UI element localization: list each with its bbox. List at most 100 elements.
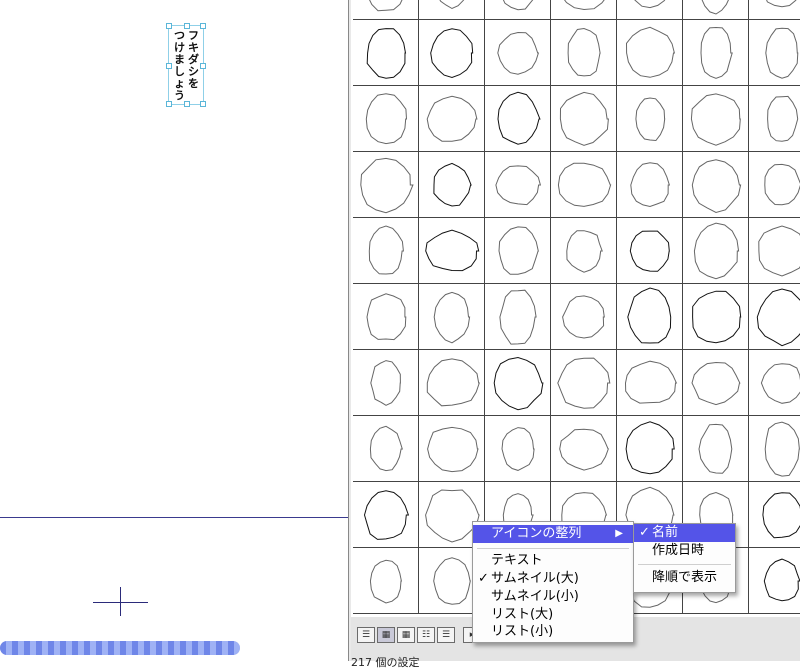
balloon-shape-thumbnail[interactable] (353, 548, 419, 614)
balloon-shape-thumbnail[interactable] (617, 218, 683, 284)
balloon-outline (426, 358, 481, 407)
resize-handle[interactable] (166, 101, 172, 107)
speech-balloon-selection[interactable]: フキダシを つけましょう (166, 23, 206, 107)
balloon-shape-thumbnail[interactable] (683, 152, 749, 218)
large-thumbnail-view-button[interactable]: ▦ (377, 627, 395, 643)
balloon-shape-thumbnail[interactable] (353, 86, 419, 152)
balloon-shape-thumbnail[interactable] (485, 350, 551, 416)
balloon-shape-thumbnail[interactable] (485, 152, 551, 218)
balloon-shape-thumbnail[interactable] (749, 548, 800, 614)
text-view-button[interactable]: ☰ (357, 627, 375, 643)
balloon-shape-thumbnail[interactable] (551, 350, 617, 416)
balloon-outline (366, 293, 407, 341)
balloon-shape-thumbnail[interactable] (551, 416, 617, 482)
balloon-outline (765, 27, 799, 79)
balloon-shape-thumbnail[interactable] (419, 218, 485, 284)
menu-item-arrange-icons[interactable]: アイコンの整列 ▶ (473, 525, 633, 543)
balloon-shape-thumbnail[interactable] (617, 350, 683, 416)
balloon-shape-thumbnail[interactable] (353, 0, 419, 20)
balloon-shape-thumbnail[interactable] (419, 152, 485, 218)
document-canvas[interactable]: フキダシを つけましょう (0, 0, 348, 661)
balloon-shape-thumbnail[interactable] (683, 350, 749, 416)
status-text: 217 個の設定 (351, 656, 420, 669)
balloon-shape-thumbnail[interactable] (683, 0, 749, 20)
resize-handle[interactable] (166, 23, 172, 29)
balloon-shape-thumbnail[interactable] (551, 284, 617, 350)
balloon-shape-thumbnail[interactable] (551, 86, 617, 152)
balloon-shape-thumbnail[interactable] (551, 218, 617, 284)
balloon-shape-thumbnail[interactable] (551, 152, 617, 218)
balloon-shape-thumbnail[interactable] (353, 20, 419, 86)
balloon-shape-thumbnail[interactable] (683, 20, 749, 86)
balloon-shape-thumbnail[interactable] (419, 350, 485, 416)
balloon-shape-thumbnail[interactable] (617, 416, 683, 482)
menu-item-list-large[interactable]: リスト(大) (473, 606, 633, 624)
resize-handle[interactable] (200, 23, 206, 29)
small-list-view-button[interactable]: ☰ (437, 627, 455, 643)
balloon-shape-thumbnail[interactable] (617, 0, 683, 20)
balloon-shape-thumbnail[interactable] (617, 284, 683, 350)
menu-item-thumbnail-small[interactable]: サムネイル(小) (473, 588, 633, 606)
balloon-shape-thumbnail[interactable] (419, 86, 485, 152)
menu-item-thumbnail-large[interactable]: ✓ サムネイル(大) (473, 570, 633, 588)
balloon-shape-thumbnail[interactable] (749, 284, 800, 350)
balloon-shape-thumbnail[interactable] (353, 284, 419, 350)
balloon-shape-thumbnail[interactable] (353, 482, 419, 548)
balloon-shape-thumbnail[interactable] (485, 0, 551, 20)
balloon-outline (690, 93, 741, 146)
balloon-outline (499, 289, 537, 345)
balloon-shape-thumbnail[interactable] (683, 218, 749, 284)
balloon-shape-thumbnail[interactable] (749, 0, 800, 20)
balloon-shape-thumbnail[interactable] (683, 416, 749, 482)
balloon-shape-thumbnail[interactable] (683, 86, 749, 152)
balloon-shape-thumbnail[interactable] (749, 20, 800, 86)
balloon-shape-thumbnail[interactable] (353, 350, 419, 416)
submenu-item-descending[interactable]: 降順で表示 (634, 569, 735, 587)
menu-item-text[interactable]: テキスト (473, 552, 633, 570)
balloon-shape-thumbnail[interactable] (749, 482, 800, 548)
balloon-text-column-2: つけましょう (174, 29, 185, 102)
balloon-outline (627, 287, 672, 344)
balloon-shape-thumbnail[interactable] (353, 152, 419, 218)
balloon-shape-thumbnail[interactable] (353, 416, 419, 482)
balloon-shape-thumbnail[interactable] (749, 218, 800, 284)
resize-handle[interactable] (166, 63, 172, 69)
balloon-outline (425, 229, 480, 272)
balloon-outline (630, 162, 671, 208)
balloon-shape-thumbnail[interactable] (551, 20, 617, 86)
balloon-shape-thumbnail[interactable] (617, 86, 683, 152)
menu-item-list-small[interactable]: リスト(小) (473, 623, 633, 641)
balloon-outline (692, 290, 742, 344)
balloon-shape-thumbnail[interactable] (419, 416, 485, 482)
balloon-shape-thumbnail[interactable] (617, 20, 683, 86)
balloon-shape-thumbnail[interactable] (419, 20, 485, 86)
balloon-outline (370, 360, 401, 406)
balloon-shape-thumbnail[interactable] (353, 218, 419, 284)
balloon-shape-thumbnail[interactable] (551, 0, 617, 20)
small-thumbnail-view-button[interactable]: ▦ (397, 627, 415, 643)
balloon-shape-thumbnail[interactable] (485, 218, 551, 284)
balloon-shape-thumbnail[interactable] (485, 86, 551, 152)
balloon-shape-thumbnail[interactable] (485, 416, 551, 482)
balloon-shape-thumbnail[interactable] (485, 20, 551, 86)
submenu-item-created-date[interactable]: 作成日時 (634, 542, 735, 560)
balloon-shape-thumbnail[interactable] (749, 152, 800, 218)
balloon-shape-thumbnail[interactable] (749, 416, 800, 482)
resize-handle[interactable] (200, 63, 206, 69)
balloon-shape-thumbnail[interactable] (749, 350, 800, 416)
balloon-text-column-1: フキダシを (188, 29, 199, 90)
resize-handle[interactable] (200, 101, 206, 107)
balloon-shape-thumbnail[interactable] (485, 284, 551, 350)
balloon-shape-thumbnail[interactable] (749, 86, 800, 152)
balloon-outline (764, 421, 800, 477)
balloon-shape-thumbnail[interactable] (419, 284, 485, 350)
balloon-outline (498, 226, 539, 275)
balloon-shape-thumbnail[interactable] (419, 0, 485, 20)
large-list-view-button[interactable]: ☷ (417, 627, 435, 643)
balloon-outline (693, 222, 740, 280)
submenu-item-name[interactable]: ✓ 名前 (634, 524, 735, 542)
balloon-outline (426, 95, 478, 142)
balloon-shape-thumbnail[interactable] (617, 152, 683, 218)
balloon-shape-thumbnail[interactable] (683, 284, 749, 350)
balloon-outline (360, 157, 414, 214)
